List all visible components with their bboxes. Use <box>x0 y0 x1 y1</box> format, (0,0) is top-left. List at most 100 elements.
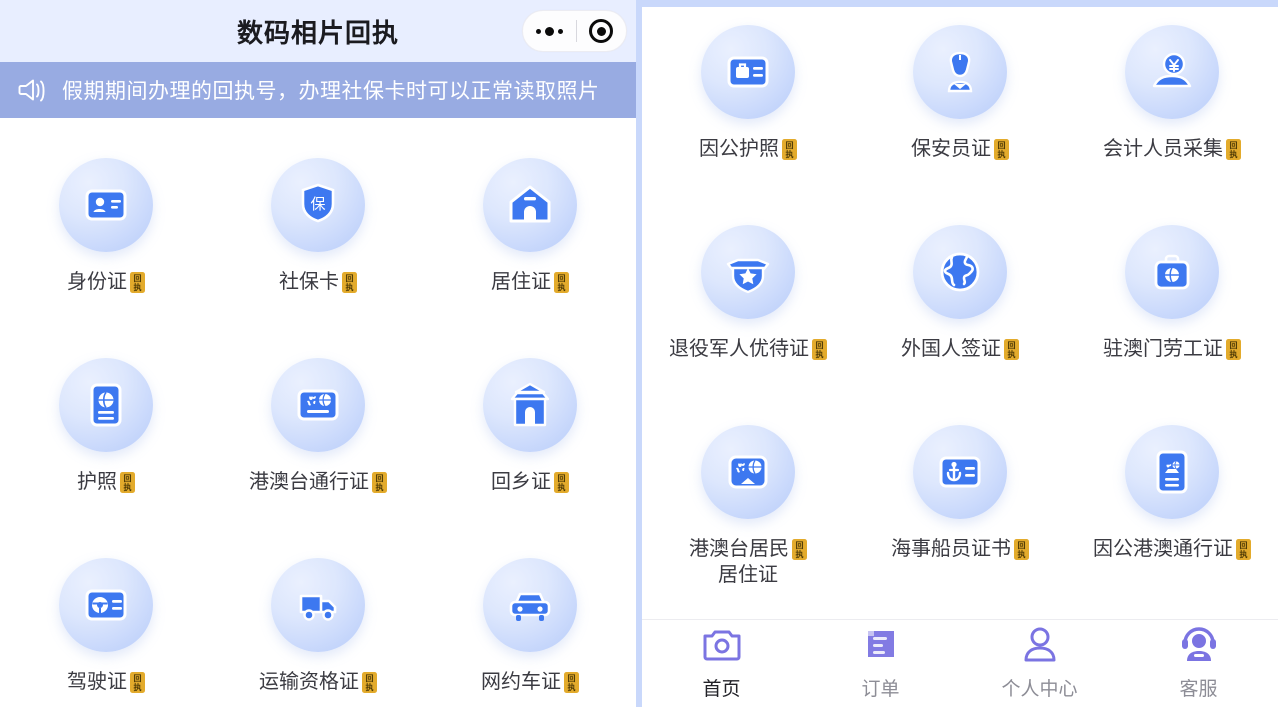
receipt-badge: 回执 <box>372 472 387 493</box>
grid-item-right-6[interactable]: 港澳台居民回执居住证 <box>642 413 854 613</box>
receipt-badge-line1: 回 <box>557 473 566 483</box>
grid-item-left-4[interactable]: 港澳台通行证回执 <box>212 346 424 546</box>
receipt-badge: 回执 <box>994 139 1009 160</box>
grid-item-right-4[interactable]: 外国人签证回执 <box>854 213 1066 413</box>
receipt-badge-line1: 回 <box>1229 340 1238 350</box>
receipt-badge: 回执 <box>362 672 377 693</box>
tab-person[interactable]: 个人中心 <box>960 626 1119 701</box>
receipt-badge-line2: 执 <box>815 349 824 359</box>
grid-item-label: 护照回执 <box>77 470 135 496</box>
grid-item-label: 运输资格证回执 <box>259 670 377 696</box>
speaker-icon <box>14 77 52 103</box>
notice-text: 假期期间办理的回执号，办理社保卡时可以正常读取照片 <box>62 80 600 103</box>
receipt-badge-line1: 回 <box>815 340 824 350</box>
shield-bao-icon: 保 <box>271 158 365 252</box>
receipt-badge-line1: 回 <box>345 273 354 283</box>
receipt-badge-line2: 执 <box>133 682 142 692</box>
receipt-badge: 回执 <box>1004 339 1019 360</box>
grid-item-right-7[interactable]: 海事船员证书回执 <box>854 413 1066 613</box>
tab-camera[interactable]: 首页 <box>642 626 801 701</box>
grid-item-right-2[interactable]: 会计人员采集回执 <box>1066 13 1278 213</box>
military-badge-icon <box>701 225 795 319</box>
grid-item-left-2[interactable]: 居住证回执 <box>424 146 636 346</box>
grid-item-label: 回乡证回执 <box>491 470 569 496</box>
car-icon <box>483 558 577 652</box>
receipt-badge: 回执 <box>792 539 807 560</box>
steering-card-icon <box>59 558 153 652</box>
receipt-badge-line1: 回 <box>1017 540 1026 550</box>
truck-icon <box>271 558 365 652</box>
receipt-badge: 回执 <box>812 339 827 360</box>
receipt-badge: 回执 <box>782 139 797 160</box>
receipt-badge: 回执 <box>564 672 579 693</box>
briefcase-card-icon <box>701 25 795 119</box>
grid-item-label: 驻澳门劳工证回执 <box>1103 337 1241 363</box>
receipt-badge-line1: 回 <box>123 473 132 483</box>
wechat-capsule[interactable] <box>522 10 627 52</box>
grid-item-left-1[interactable]: 保社保卡回执 <box>212 146 424 346</box>
grid-item-label: 退役军人优待证回执 <box>669 337 827 363</box>
order-list-icon <box>862 626 900 667</box>
receipt-badge-line1: 回 <box>1007 340 1016 350</box>
receipt-badge-line1: 回 <box>557 273 566 283</box>
notice-bar[interactable]: 假期期间办理的回执号，办理社保卡时可以正常读取照片 <box>0 62 636 118</box>
receipt-badge: 回执 <box>1014 539 1029 560</box>
receipt-badge-line1: 回 <box>133 673 142 683</box>
receipt-badge: 回执 <box>1226 139 1241 160</box>
grid-item-left-7[interactable]: 运输资格证回执 <box>212 546 424 707</box>
suitcase-macau-icon <box>1125 225 1219 319</box>
grid-item-right-5[interactable]: 驻澳门劳工证回执 <box>1066 213 1278 413</box>
receipt-badge-line2: 执 <box>345 282 354 292</box>
target-icon[interactable] <box>589 19 613 43</box>
receipt-badge-line2: 执 <box>1229 349 1238 359</box>
grid-item-left-3[interactable]: 护照回执 <box>0 346 212 546</box>
globe-icon <box>913 225 1007 319</box>
hk-macau-permit-icon <box>271 358 365 452</box>
grid-item-left-0[interactable]: 身份证回执 <box>0 146 212 346</box>
grid-item-label: 港澳台居民回执居住证 <box>689 537 807 588</box>
receipt-badge-line2: 执 <box>375 482 384 492</box>
grid-item-right-1[interactable]: 保安员证回执 <box>854 13 1066 213</box>
receipt-badge-line2: 执 <box>123 482 132 492</box>
grid-item-label: 港澳台通行证回执 <box>249 470 387 496</box>
receipt-badge-line2: 执 <box>365 682 374 692</box>
tab-headset-person[interactable]: 客服 <box>1119 626 1278 701</box>
grid-item-label: 因公护照回执 <box>699 137 797 163</box>
grid-item-right-3[interactable]: 退役军人优待证回执 <box>642 213 854 413</box>
app-screen: 数码相片回执 假期期间办理的回执号，办理社保卡时可以正常读取照片 身份证回执 保 <box>0 0 1278 707</box>
receipt-badge: 回执 <box>130 672 145 693</box>
grid-item-left-8[interactable]: 网约车证回执 <box>424 546 636 707</box>
tab-label: 客服 <box>1179 679 1218 700</box>
grid-item-label: 社保卡回执 <box>279 270 357 296</box>
receipt-badge: 回执 <box>1236 539 1251 560</box>
more-dots-icon[interactable] <box>536 26 563 36</box>
receipt-badge: 回执 <box>120 472 135 493</box>
passport-globe-icon <box>59 358 153 452</box>
receipt-badge-line2: 执 <box>785 149 794 159</box>
capsule-divider <box>575 20 577 42</box>
id-card-icon <box>59 158 153 252</box>
svg-text:保: 保 <box>310 196 325 213</box>
grid-item-label: 保安员证回执 <box>911 137 1009 163</box>
left-grid-wrap: 身份证回执保社保卡回执居住证回执护照回执港澳台通行证回执回乡证回执驾驶证回执运输… <box>0 118 636 707</box>
grid-item-right-0[interactable]: 因公护照回执 <box>642 13 854 213</box>
grid-item-left-5[interactable]: 回乡证回执 <box>424 346 636 546</box>
receipt-badge: 回执 <box>130 272 145 293</box>
receipt-badge-line2: 执 <box>1239 549 1248 559</box>
receipt-badge-line1: 回 <box>1239 540 1248 550</box>
receipt-badge-line2: 执 <box>567 682 576 692</box>
receipt-badge-line2: 执 <box>997 149 1006 159</box>
grid-item-left-6[interactable]: 驾驶证回执 <box>0 546 212 707</box>
receipt-badge-line1: 回 <box>133 273 142 283</box>
tab-order-list[interactable]: 订单 <box>801 626 960 701</box>
right-panel: 因公护照回执 保安员证回执 会计人员采集回执退役军人优待证回执 外国人签证回执 驻澳门劳… <box>642 0 1278 707</box>
tab-label: 个人中心 <box>1001 679 1078 700</box>
receipt-badge-line2: 执 <box>795 549 804 559</box>
receipt-badge: 回执 <box>554 472 569 493</box>
receipt-badge: 回执 <box>342 272 357 293</box>
camera-icon <box>702 626 742 667</box>
grid-item-label: 因公港澳通行证回执 <box>1093 537 1251 563</box>
grid-item-right-8[interactable]: 因公港澳通行证回执 <box>1066 413 1278 613</box>
hk-macau-resident-icon <box>701 425 795 519</box>
receipt-badge-line1: 回 <box>795 540 804 550</box>
